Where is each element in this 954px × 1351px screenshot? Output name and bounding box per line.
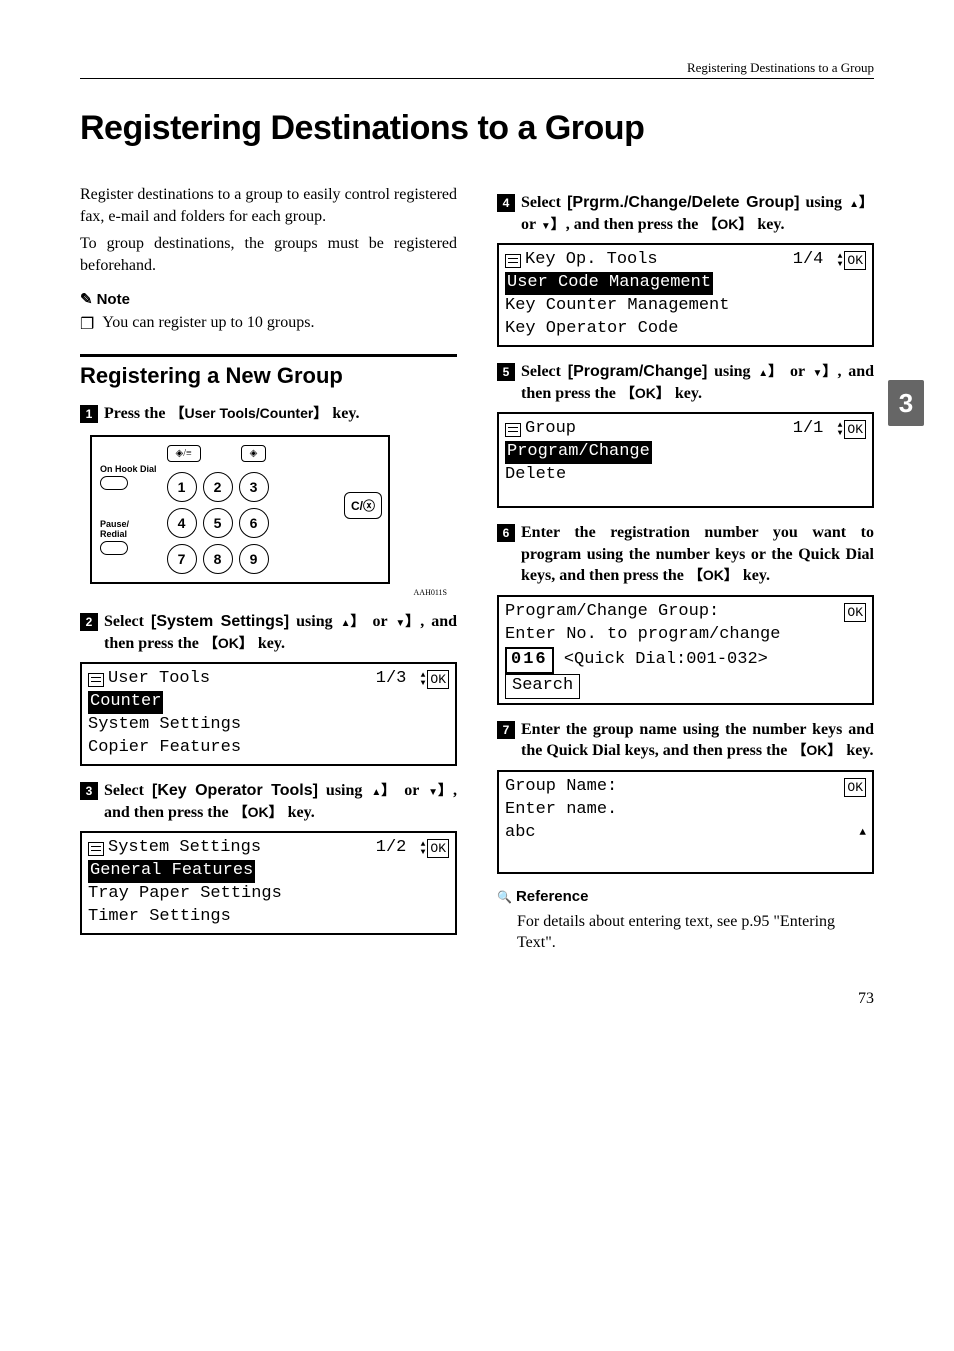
lcd-group: Group 1/1 ▲▼OK Program/Change Delete — [497, 412, 874, 508]
key-3: 3 — [239, 472, 269, 502]
up-arrow-key — [340, 612, 366, 631]
ok-key: OK — [702, 215, 753, 234]
step-number-6: 6 — [497, 524, 515, 542]
user-tools-counter-key: User Tools/Counter — [169, 404, 328, 423]
down-arrow-key — [394, 612, 420, 631]
ok-key: OK — [791, 741, 842, 760]
step-3: Select [Key Operator Tools] using or , a… — [104, 780, 457, 823]
step-number-1: 1 — [80, 405, 98, 423]
key-5: 5 — [203, 508, 233, 538]
lcd-key-op-tools: Key Op. Tools 1/4 ▲▼OK User Code Managem… — [497, 243, 874, 347]
ok-key: OK — [233, 803, 284, 822]
selected-item: User Code Management — [505, 272, 713, 295]
lcd-group-name: Group Name: OK Enter name. abc▲ — [497, 770, 874, 874]
key-8: 8 — [203, 544, 233, 574]
key-7: 7 — [167, 544, 197, 574]
bullet-icon — [80, 314, 94, 334]
intro-paragraph-2: To group destinations, the groups must b… — [80, 233, 457, 276]
up-arrow-key — [848, 193, 874, 212]
selected-item: Counter — [88, 691, 163, 714]
reference-heading: Reference — [497, 888, 874, 905]
menu-icon — [505, 254, 521, 268]
lcd-user-tools: User Tools 1/3 ▲▼OK Counter System Setti… — [80, 662, 457, 766]
note-item: You can register up to 10 groups. — [102, 314, 314, 334]
lcd-program-change-group: Program/Change Group: OK Enter No. to pr… — [497, 595, 874, 705]
step-6: Enter the registration number you want t… — [521, 522, 874, 587]
number-entry: 016 — [505, 647, 554, 674]
keypad-figure: On Hook Dial Pause/ Redial ◈/≡ ◈ 1 2 3 4… — [90, 435, 390, 584]
diamond-icon-key: ◈ — [241, 445, 267, 462]
step-number-5: 5 — [497, 363, 515, 381]
search-button: Search — [505, 674, 580, 699]
menu-icon — [505, 423, 521, 437]
ok-key: OK — [203, 634, 254, 653]
key-9: 9 — [239, 544, 269, 574]
lcd-system-settings: System Settings 1/2 ▲▼OK General Feature… — [80, 831, 457, 935]
page-number: 73 — [80, 990, 874, 1008]
key-2: 2 — [203, 472, 233, 502]
chapter-tab: 3 — [888, 380, 924, 426]
reference-text: For details about entering text, see p.9… — [517, 911, 874, 954]
step-5: Select [Program/Change] using or , and t… — [521, 361, 874, 404]
section-heading: Registering a New Group — [80, 354, 457, 389]
down-arrow-key — [540, 215, 566, 234]
step-number-3: 3 — [80, 782, 98, 800]
selected-item: Program/Change — [505, 441, 652, 464]
note-heading: Note — [80, 290, 457, 308]
up-arrow-key — [370, 781, 396, 800]
intro-paragraph-1: Register destinations to a group to easi… — [80, 184, 457, 227]
step-number-2: 2 — [80, 613, 98, 631]
clear-key: C/ⓧ — [344, 492, 382, 519]
step-number-7: 7 — [497, 721, 515, 739]
step-4: Select [Prgrm./Change/Delete Group] usin… — [521, 192, 874, 235]
step-7: Enter the group name using the number ke… — [521, 719, 874, 762]
step-2: Select [System Settings] using or , and … — [104, 611, 457, 654]
selected-item: General Features — [88, 860, 255, 883]
down-arrow-key — [812, 362, 838, 381]
menu-icon — [88, 842, 104, 856]
key-1: 1 — [167, 472, 197, 502]
ok-key: OK — [688, 566, 739, 585]
running-head: Registering Destinations to a Group — [80, 60, 874, 79]
ok-key: OK — [620, 384, 671, 403]
down-arrow-key — [427, 781, 453, 800]
key-6: 6 — [239, 508, 269, 538]
figure-id: AAH011S — [80, 588, 447, 597]
cursor-icon: ▲ — [859, 826, 866, 841]
page-title: Registering Destinations to a Group — [80, 109, 874, 148]
step-1: Press the User Tools/Counter key. — [104, 403, 457, 425]
tools-icon-key: ◈/≡ — [167, 445, 201, 462]
step-number-4: 4 — [497, 194, 515, 212]
menu-icon — [88, 673, 104, 687]
key-4: 4 — [167, 508, 197, 538]
up-arrow-key — [757, 362, 783, 381]
